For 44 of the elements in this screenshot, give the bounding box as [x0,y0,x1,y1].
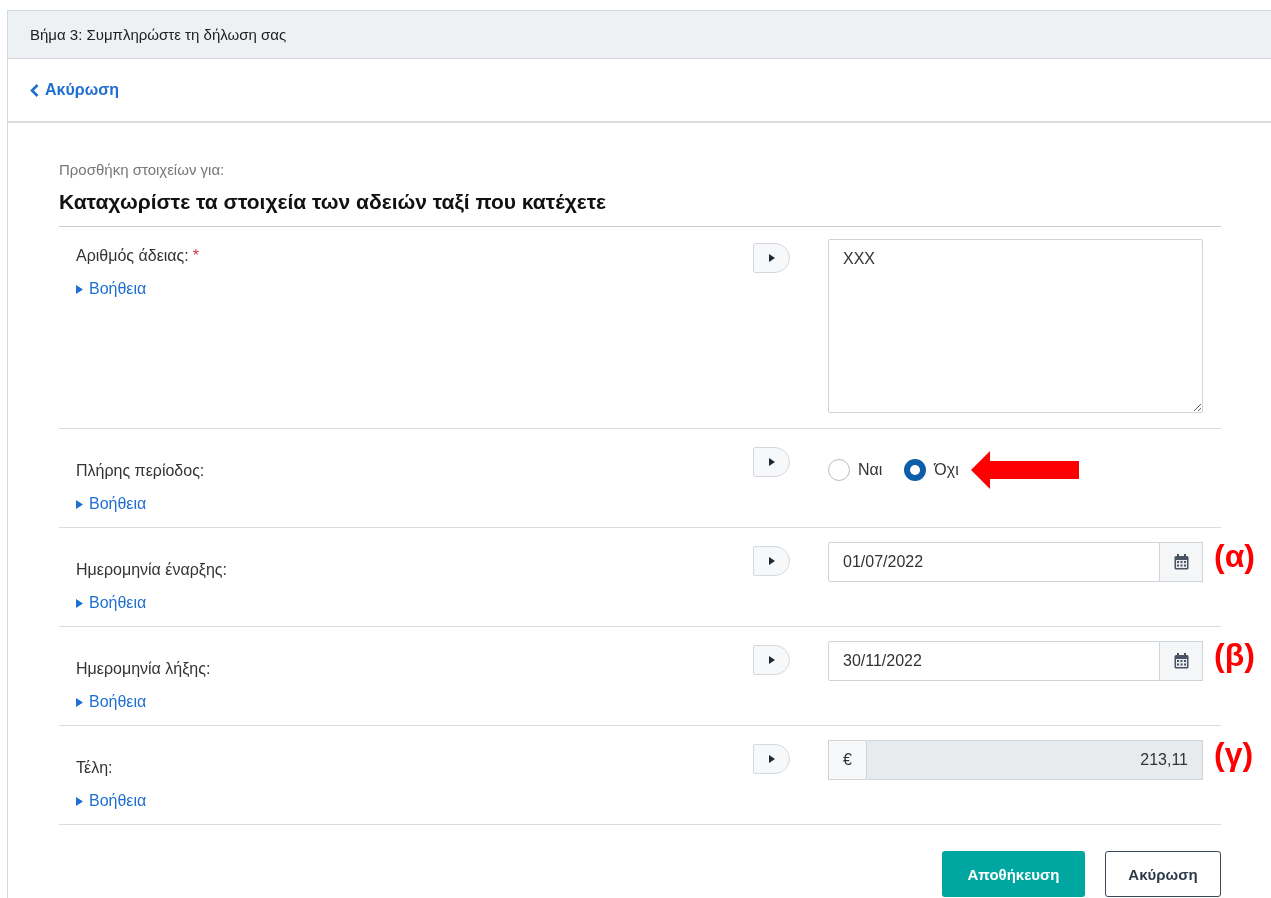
caret-icon [768,254,775,262]
caret-icon [76,697,83,707]
radio-option[interactable]: Ναι [828,459,883,481]
date-field[interactable]: 30/11/2022 [828,641,1160,681]
expand-button[interactable] [753,645,790,675]
required-mark: * [192,247,199,264]
calendar-button[interactable] [1160,641,1203,681]
caret-icon [76,598,83,608]
expand-button[interactable] [753,243,790,273]
currency-prefix: € [828,740,867,780]
cancel-button[interactable]: Ακύρωση [1105,851,1221,897]
help-link[interactable]: Βοήθεια [76,280,147,298]
caret-icon [768,458,775,466]
expand-button[interactable] [753,447,790,477]
radio-option[interactable]: Όχι [904,459,959,481]
help-link[interactable]: Βοήθεια [76,594,147,612]
form-subtitle: Προσθήκη στοιχείων για: [59,161,226,178]
caret-icon [76,499,83,509]
field-label: Ημερομηνία έναρξης: [76,561,227,578]
text-area[interactable]: XXX [828,239,1203,413]
caret-icon [768,755,775,763]
calendar-icon [1173,554,1189,570]
expand-button[interactable] [753,546,790,576]
help-link[interactable]: Βοήθεια [76,693,147,711]
step-header: Βήμα 3: Συμπληρώστε τη δήλωση σας [8,11,1271,59]
calendar-icon [1173,653,1189,669]
help-link[interactable]: Βοήθεια [76,495,147,513]
date-field[interactable]: 01/07/2022 [828,542,1160,582]
calendar-button[interactable] [1160,542,1203,582]
back-link[interactable]: Ακύρωση [30,81,119,99]
caret-icon [76,796,83,806]
form-heading: Καταχωρίστε τα στοιχεία των αδειών ταξί που κατέχετε [59,190,608,215]
annotation-label: (β) [1214,639,1255,671]
chevron-left-icon [30,83,39,97]
caret-icon [768,557,775,565]
expand-button[interactable] [753,744,790,774]
caret-icon [768,656,775,664]
field-label: Πλήρης περίοδος: [76,462,205,479]
caret-icon [76,284,83,294]
field-label: Αριθμός άδειας: [76,247,189,264]
field-label: Τέλη: [76,759,113,776]
annotation-label: (α) [1214,540,1255,572]
field-label: Ημερομηνία λήξης: [76,660,211,677]
annotation-label: (γ) [1214,738,1254,770]
